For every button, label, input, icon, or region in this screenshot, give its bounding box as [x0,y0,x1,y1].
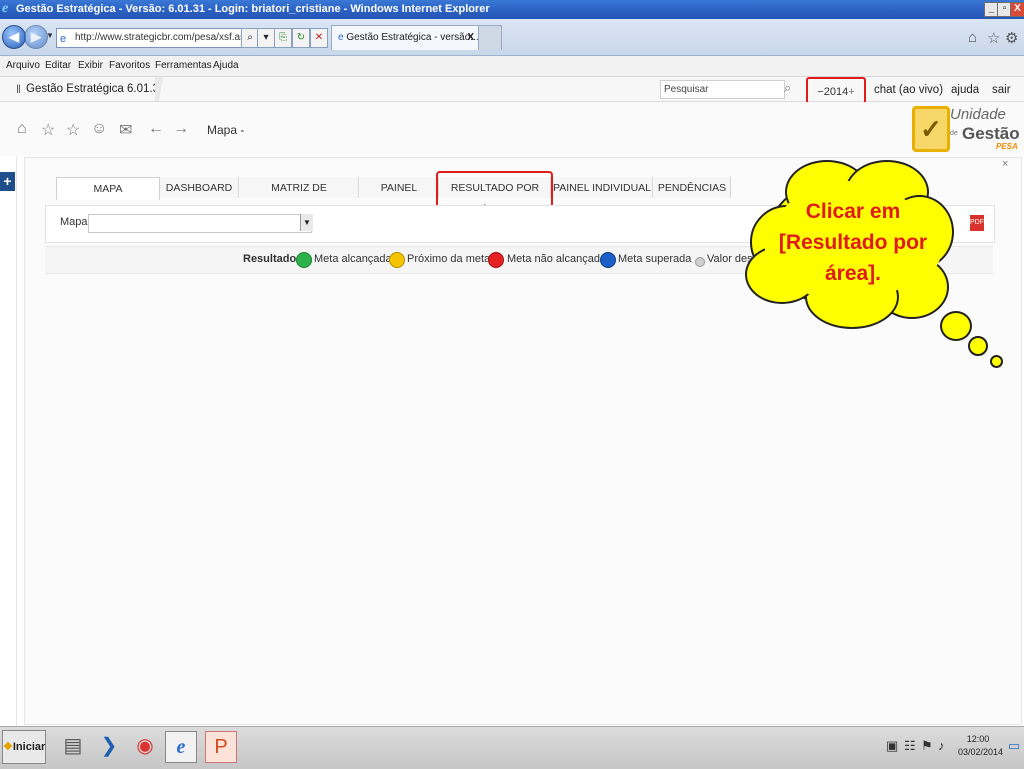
tab-matriz-resultados[interactable]: MATRIZ DE RESULTADOS [240,177,359,216]
menu-arquivo[interactable]: Arquivo [6,56,40,76]
tray-network-icon[interactable]: ▣ [886,738,898,754]
tab-mapa-estrategico[interactable]: MAPA ESTRATÉGICO [56,177,160,217]
favorites-star-icon[interactable]: ☆ [987,29,1000,47]
arrow-back-icon[interactable]: ← [148,120,164,138]
callout-tail-bubble-large [940,311,972,341]
legend-meta-superada: Meta superada [618,253,692,265]
history-dropdown-icon[interactable]: ▼ [46,31,54,40]
menu-editar[interactable]: Editar [45,56,71,76]
refresh-icon[interactable]: ↻ [292,28,310,48]
app-name: Gestão Estratégica 6.01.31 [26,83,166,95]
tab-painel-individual[interactable]: PAINEL INDIVIDUAL [552,177,653,198]
show-desktop-icon[interactable]: ▭ [1008,738,1020,754]
logo-line2: Gestão [962,124,1020,143]
taskbar-clock[interactable]: 12:00 03/02/2014 [958,733,1004,759]
pin-icon: ǁ [16,82,21,96]
logout-link[interactable]: sair [992,77,1011,103]
year-value: 2014 [823,86,849,98]
taskbar-powerpoint-icon[interactable]: P [205,731,237,763]
ie-logo-icon: e [2,1,9,16]
callout-tail-bubble-medium [968,336,988,356]
callout-tail-bubble-small [990,355,1003,368]
clock-time: 12:00 [966,734,990,744]
tray-flag-icon[interactable]: ⚑ [921,738,933,754]
new-tab-button[interactable] [478,25,502,50]
taskbar-powershell-icon[interactable]: ❯ [94,731,124,761]
pdf-export-icon[interactable]: PDF [970,215,984,231]
legend-proximo-meta: Próximo da meta [407,253,491,265]
chat-link[interactable]: chat (ao vivo) [874,77,943,103]
browser-tab[interactable]: e Gestão Estratégica - versão:... X [331,25,479,50]
menu-ajuda[interactable]: Ajuda [213,56,239,76]
address-text: http://www.strategicbr.com/pesa/xsf.aspx… [75,32,241,43]
home-outline-icon[interactable]: ⌂ [17,120,27,138]
tray-volume-icon[interactable]: ♪ [938,738,945,753]
close-window-button[interactable]: X [1010,2,1024,17]
legend-meta-nao-alcancada: Meta não alcançada [507,253,607,265]
browser-nav-bar: ◀ ▶ ▼ e http://www.strategicbr.com/pesa/x… [0,19,1024,56]
forward-button[interactable]: ▶ [24,25,48,49]
legend-meta-alcancada: Meta alcançada [314,253,392,265]
chat-bubble-icon[interactable]: ☺ [91,120,107,138]
legend-green-dot-icon [296,252,312,268]
logo-line1: Unidade [950,106,1006,123]
window-title: Gestão Estratégica - Versão: 6.01.31 - L… [16,3,490,15]
menu-exibir[interactable]: Exibir [78,56,103,76]
mapa-select[interactable] [88,214,312,233]
browser-tab-title: Gestão Estratégica - versão:... [346,32,479,43]
legend-title: Resultado: [243,253,300,265]
favorites-icon[interactable]: ☆ [66,120,80,140]
arrow-forward-icon[interactable]: → [173,120,189,138]
help-link[interactable]: ajuda [951,77,979,103]
search-input[interactable]: Pesquisar [660,80,785,99]
checkmark-logo-icon: ✓ [912,106,950,152]
taskbar-server-manager-icon[interactable]: ▤ [58,731,88,761]
logo-prefix: de [950,130,958,137]
tab-painel[interactable]: PAINEL [360,177,439,198]
highlight-box-resultado-por-area [436,171,553,208]
search-icon[interactable]: ⌕ [784,80,791,96]
legend-yellow-dot-icon [389,252,405,268]
logo-line3: PESA [996,142,1018,151]
menu-favoritos[interactable]: Favoritos [109,56,150,76]
legend-blue-dot-icon [600,252,616,268]
window-title-bar: e Gestão Estratégica - Versão: 6.01.31 -… [0,0,1024,19]
expand-sidebar-button[interactable]: + [0,172,15,191]
start-label: Iniciar [12,741,46,753]
start-button[interactable]: ❖Iniciar [2,730,46,764]
app-header: ǁ Gestão Estratégica 6.01.31 [0,77,1024,102]
year-increment-button[interactable]: + [848,86,854,98]
home-icon[interactable]: ⌂ [968,29,977,46]
unidade-gestao-logo: ✓ Unidade de Gestão PESA [912,104,1022,154]
callout-text: Clicar em [Resultado por área]. [778,200,928,285]
panel-close-icon[interactable]: × [1002,158,1008,170]
tab-page-icon: e [338,32,344,43]
taskbar-chrome-icon[interactable]: ◉ [130,731,160,761]
menu-bar: Arquivo Editar Exibir Favoritos Ferramen… [0,56,1024,77]
tab-dashboard[interactable]: DASHBOARD [160,177,239,198]
tab-pendencias[interactable]: PENDÊNCIAS [654,177,731,198]
left-sidebar-strip [0,156,17,726]
page-icon: e [60,33,67,45]
breadcrumb: Mapa - [207,123,245,137]
address-dropdown-icon[interactable]: ▾ [257,28,275,48]
windows-logo-icon: ❖ [3,741,13,753]
taskbar-ie-icon[interactable]: e [165,731,197,763]
filter-label-mapa: Mapa [60,216,88,228]
address-bar[interactable]: e http://www.strategicbr.com/pesa/xsf.asp… [56,28,242,48]
tab-close-button[interactable]: X [467,26,474,50]
header-divider [155,77,167,101]
stop-icon[interactable]: ✕ [310,28,328,48]
mapa-select-arrow-icon[interactable]: ▼ [300,214,313,231]
mail-icon[interactable]: ✉ [119,120,132,140]
clock-date: 03/02/2014 [958,747,1004,757]
menu-ferramentas[interactable]: Ferramentas [155,56,212,76]
back-button[interactable]: ◀ [2,25,26,49]
legend-red-dot-icon [488,252,504,268]
add-favorite-icon[interactable]: ☆ [41,120,55,140]
tray-display-icon[interactable]: ☷ [904,738,916,754]
compat-view-icon[interactable]: ⎘ [274,28,292,48]
legend-gray-dot-icon [695,257,705,267]
tools-gear-icon[interactable]: ⚙ [1005,29,1018,47]
